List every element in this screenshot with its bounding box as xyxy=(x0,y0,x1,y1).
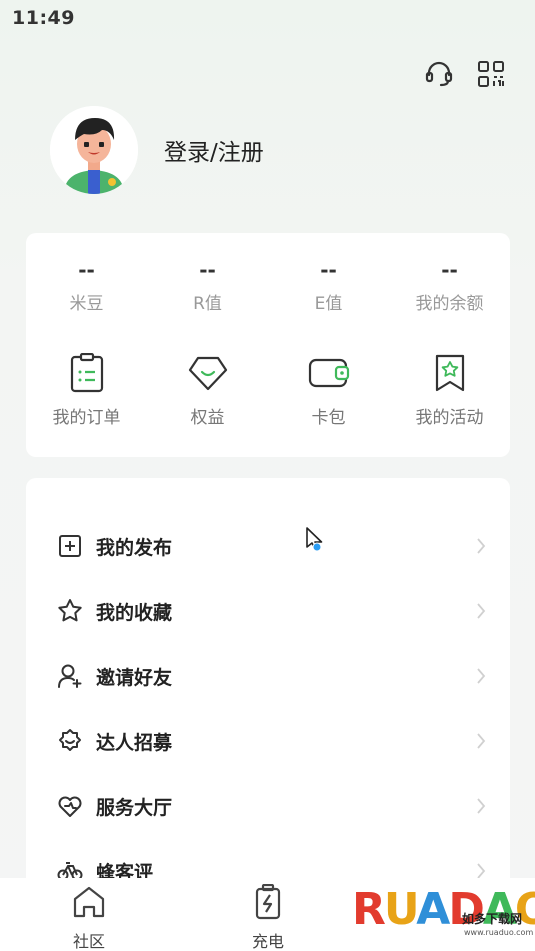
chevron-right-icon xyxy=(477,668,486,684)
charge-icon xyxy=(223,882,313,922)
menu-item-label: 邀请好友 xyxy=(96,666,173,689)
quick-link-label: 卡包 xyxy=(311,408,346,428)
login-register-link[interactable]: 登录/注册 xyxy=(164,133,264,167)
badge-icon xyxy=(56,727,84,755)
watermark-subtitle: 如多下载网 xyxy=(462,912,523,926)
chevron-right-icon xyxy=(477,798,486,814)
tab-community[interactable]: 社区 xyxy=(44,882,134,951)
quick-link-label: 我的订单 xyxy=(52,408,121,428)
watermark-url: www.ruaduo.com xyxy=(464,928,534,937)
customer-service-icon[interactable] xyxy=(423,58,455,90)
stat-label: 我的余额 xyxy=(415,294,484,314)
stat-label: R值 xyxy=(193,294,222,314)
stat-value: -- xyxy=(320,258,337,282)
status-bar: 11:49 xyxy=(0,0,535,40)
chevron-right-icon xyxy=(477,603,486,619)
stats-row: -- 米豆 -- R值 -- E值 -- 我的余额 xyxy=(26,255,510,314)
stat-value: -- xyxy=(441,258,458,282)
menu-item-label: 我的发布 xyxy=(96,536,173,559)
menu-item-label: 我的收藏 xyxy=(96,601,173,624)
quick-link-orders[interactable]: 我的订单 xyxy=(26,351,147,428)
stat-label: 米豆 xyxy=(69,294,104,314)
quick-link-label: 权益 xyxy=(190,408,225,428)
star-icon xyxy=(56,597,84,625)
quick-link-label: 我的活动 xyxy=(415,408,484,428)
stat-balance[interactable]: -- 我的余额 xyxy=(389,255,510,314)
tab-label: 充电 xyxy=(251,932,284,951)
menu-item-talent-recruit[interactable]: 达人招募 xyxy=(26,711,510,771)
stat-label: E值 xyxy=(314,294,343,314)
order-list-icon xyxy=(26,351,147,395)
stat-e-value[interactable]: -- E值 xyxy=(268,255,389,314)
stat-midou[interactable]: -- 米豆 xyxy=(26,255,147,314)
chevron-right-icon xyxy=(477,733,486,749)
menu-item-my-posts[interactable]: 我的发布 xyxy=(26,516,510,576)
quick-link-benefits[interactable]: 权益 xyxy=(147,351,268,428)
header-actions xyxy=(423,58,507,90)
heart-icon xyxy=(56,792,84,820)
status-time: 11:49 xyxy=(12,7,75,29)
home-icon xyxy=(44,882,134,922)
profile-section[interactable]: 登录/注册 xyxy=(50,106,264,194)
qr-scan-icon[interactable] xyxy=(475,58,507,90)
menu-item-favorites[interactable]: 我的收藏 xyxy=(26,581,510,641)
stat-value: -- xyxy=(78,258,95,282)
quick-links-row: 我的订单 权益 卡包 我的活动 xyxy=(26,351,510,428)
tab-charge[interactable]: 充电 xyxy=(223,882,313,951)
watermark-logo: RUADAO 如多下载网 www.ruaduo.com xyxy=(350,878,535,948)
stats-card: -- 米豆 -- R值 -- E值 -- 我的余额 我的订单 权益 卡包 我的活… xyxy=(26,233,510,457)
stat-value: -- xyxy=(199,258,216,282)
menu-item-invite-friends[interactable]: 邀请好友 xyxy=(26,646,510,706)
bookmark-star-icon xyxy=(389,351,510,395)
mouse-cursor-icon xyxy=(306,527,323,552)
wallet-icon xyxy=(268,351,389,395)
tab-label: 社区 xyxy=(72,932,105,951)
quick-link-wallet[interactable]: 卡包 xyxy=(268,351,389,428)
menu-item-label: 达人招募 xyxy=(96,731,173,754)
menu-card: 我的发布 我的收藏 邀请好友 达人招募 服务大厅 蜂客评 xyxy=(26,478,510,898)
menu-item-label: 服务大厅 xyxy=(96,796,173,819)
add-square-icon xyxy=(56,532,84,560)
quick-link-activities[interactable]: 我的活动 xyxy=(389,351,510,428)
diamond-icon xyxy=(147,351,268,395)
stat-r-value[interactable]: -- R值 xyxy=(147,255,268,314)
avatar[interactable] xyxy=(50,106,138,194)
menu-item-service-hall[interactable]: 服务大厅 xyxy=(26,776,510,836)
chevron-right-icon xyxy=(477,538,486,554)
user-add-icon xyxy=(56,662,84,690)
